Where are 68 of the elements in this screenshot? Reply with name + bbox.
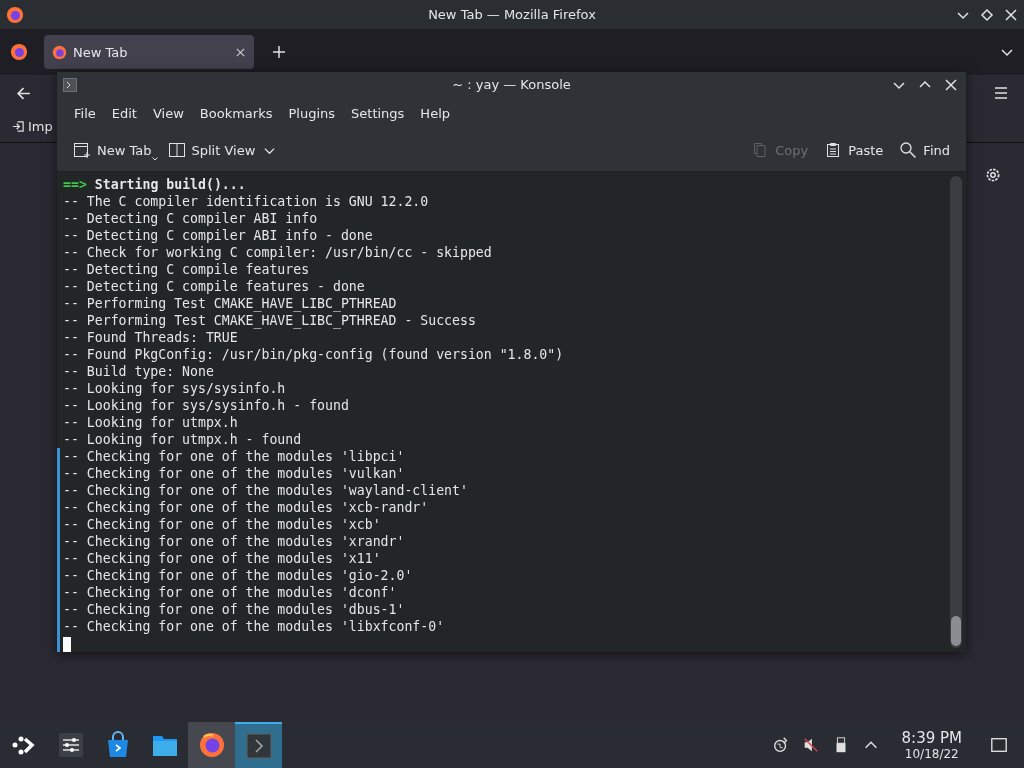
terminal-line: -- Check for working C compiler: /usr/bin/cc - skipped <box>63 245 492 260</box>
terminal-line: -- Checking for one of the modules 'wayland-client' <box>63 483 468 498</box>
window-title: ~ : yay — Konsole <box>452 77 571 92</box>
terminal-line: -- Looking for utmpx.h - found <box>63 432 302 447</box>
menu-item[interactable]: Help <box>412 102 458 124</box>
new-tab-icon <box>73 141 91 159</box>
browser-tab[interactable]: New Tab <box>44 35 254 69</box>
terminal-line: -- Checking for one of the modules 'xrandr' <box>63 534 405 549</box>
caret-icon <box>151 157 158 161</box>
text-cursor <box>63 636 71 652</box>
maximize-icon[interactable] <box>980 7 994 22</box>
terminal-line: -- Detecting C compile features - done <box>63 279 365 294</box>
terminal-line: -- Checking for one of the modules 'xcb' <box>63 517 381 532</box>
terminal-line: -- Detecting C compiler ABI info - done <box>63 228 373 243</box>
terminal-line: -- Checking for one of the modules 'vulkan' <box>63 466 405 481</box>
menu-item[interactable]: File <box>66 102 104 124</box>
new-tab-button[interactable]: New Tab <box>65 137 160 163</box>
terminal-line: -- Checking for one of the modules 'xcb-randr' <box>63 500 429 515</box>
menu-item[interactable]: Bookmarks <box>191 102 281 124</box>
terminal-line: Starting build()... <box>94 177 246 192</box>
bookmark-item[interactable]: Imp <box>12 119 53 134</box>
menu-icon[interactable] <box>993 85 1009 101</box>
terminal-line: -- Build type: None <box>63 364 214 379</box>
search-icon <box>899 141 918 159</box>
terminal-line: -- Performing Test CMAKE_HAVE_LIBC_PTHREAD <box>63 296 397 311</box>
terminal-line: -- Looking for sys/sysinfo.h - found <box>63 398 349 413</box>
terminal-line: -- Checking for one of the modules 'libpci' <box>63 449 405 464</box>
browser-logo-icon[interactable] <box>10 43 28 61</box>
clock-date[interactable]: 10/18/22 <box>904 746 959 761</box>
browser-logo-icon <box>52 44 67 60</box>
browser-task-icon[interactable] <box>188 722 235 768</box>
terminal-icon <box>63 77 77 92</box>
terminal-line: -- Looking for utmpx.h <box>63 415 238 430</box>
terminal-line: -- Detecting C compile features <box>63 262 310 277</box>
show-desktop-icon[interactable] <box>990 736 1008 754</box>
network-icon[interactable] <box>771 736 790 754</box>
menu-item[interactable]: Plugins <box>280 102 344 124</box>
menu-item[interactable]: Edit <box>103 102 145 124</box>
terminal-line: -- Checking for one of the modules 'dbus-1' <box>63 602 405 617</box>
terminal-line: -- Performing Test CMAKE_HAVE_LIBC_PTHREAD - Success <box>63 313 476 328</box>
browser-logo-icon <box>6 5 24 24</box>
menu-item[interactable]: View <box>144 102 192 124</box>
close-icon[interactable] <box>1004 7 1018 22</box>
terminal-line: -- Looking for sys/sysinfo.h <box>63 381 286 396</box>
scrollbar[interactable] <box>950 176 962 648</box>
window-title: New Tab — Mozilla Firefox <box>428 7 596 22</box>
close-icon[interactable] <box>944 77 958 92</box>
close-icon[interactable] <box>235 46 246 58</box>
menu-item[interactable]: Settings <box>343 102 413 124</box>
terminal-task-icon[interactable] <box>235 722 282 768</box>
terminal-line: -- Detecting C compiler ABI info <box>63 211 318 226</box>
settings-icon[interactable] <box>984 166 1002 184</box>
import-icon <box>12 120 25 133</box>
split-view-button[interactable]: Split View <box>159 137 264 163</box>
terminal-line: -- The C compiler identification is GNU 12.2.0 <box>63 194 429 209</box>
split-view-icon <box>167 141 186 159</box>
tab-label: New Tab <box>73 44 129 60</box>
paste-button[interactable]: Paste <box>816 137 892 163</box>
terminal-line: -- Checking for one of the modules 'gio-2.0' <box>63 568 413 583</box>
clock-time[interactable]: 8:39 PM <box>901 729 962 747</box>
terminal-line: -- Checking for one of the modules 'x11' <box>63 551 381 566</box>
terminal-line: -- Checking for one of the modules 'libxfconf-0' <box>63 619 445 634</box>
find-button[interactable]: Find <box>891 137 958 163</box>
terminal-line: -- Checking for one of the modules 'dconf' <box>63 585 397 600</box>
new-tab-icon[interactable] <box>272 45 286 59</box>
terminal-line: -- Found PkgConfig: /usr/bin/pkg-config (found version "1.8.0") <box>63 347 564 362</box>
prompt-arrow: ==> <box>63 177 87 192</box>
terminal-line: -- Found Threads: TRUE <box>63 330 238 345</box>
